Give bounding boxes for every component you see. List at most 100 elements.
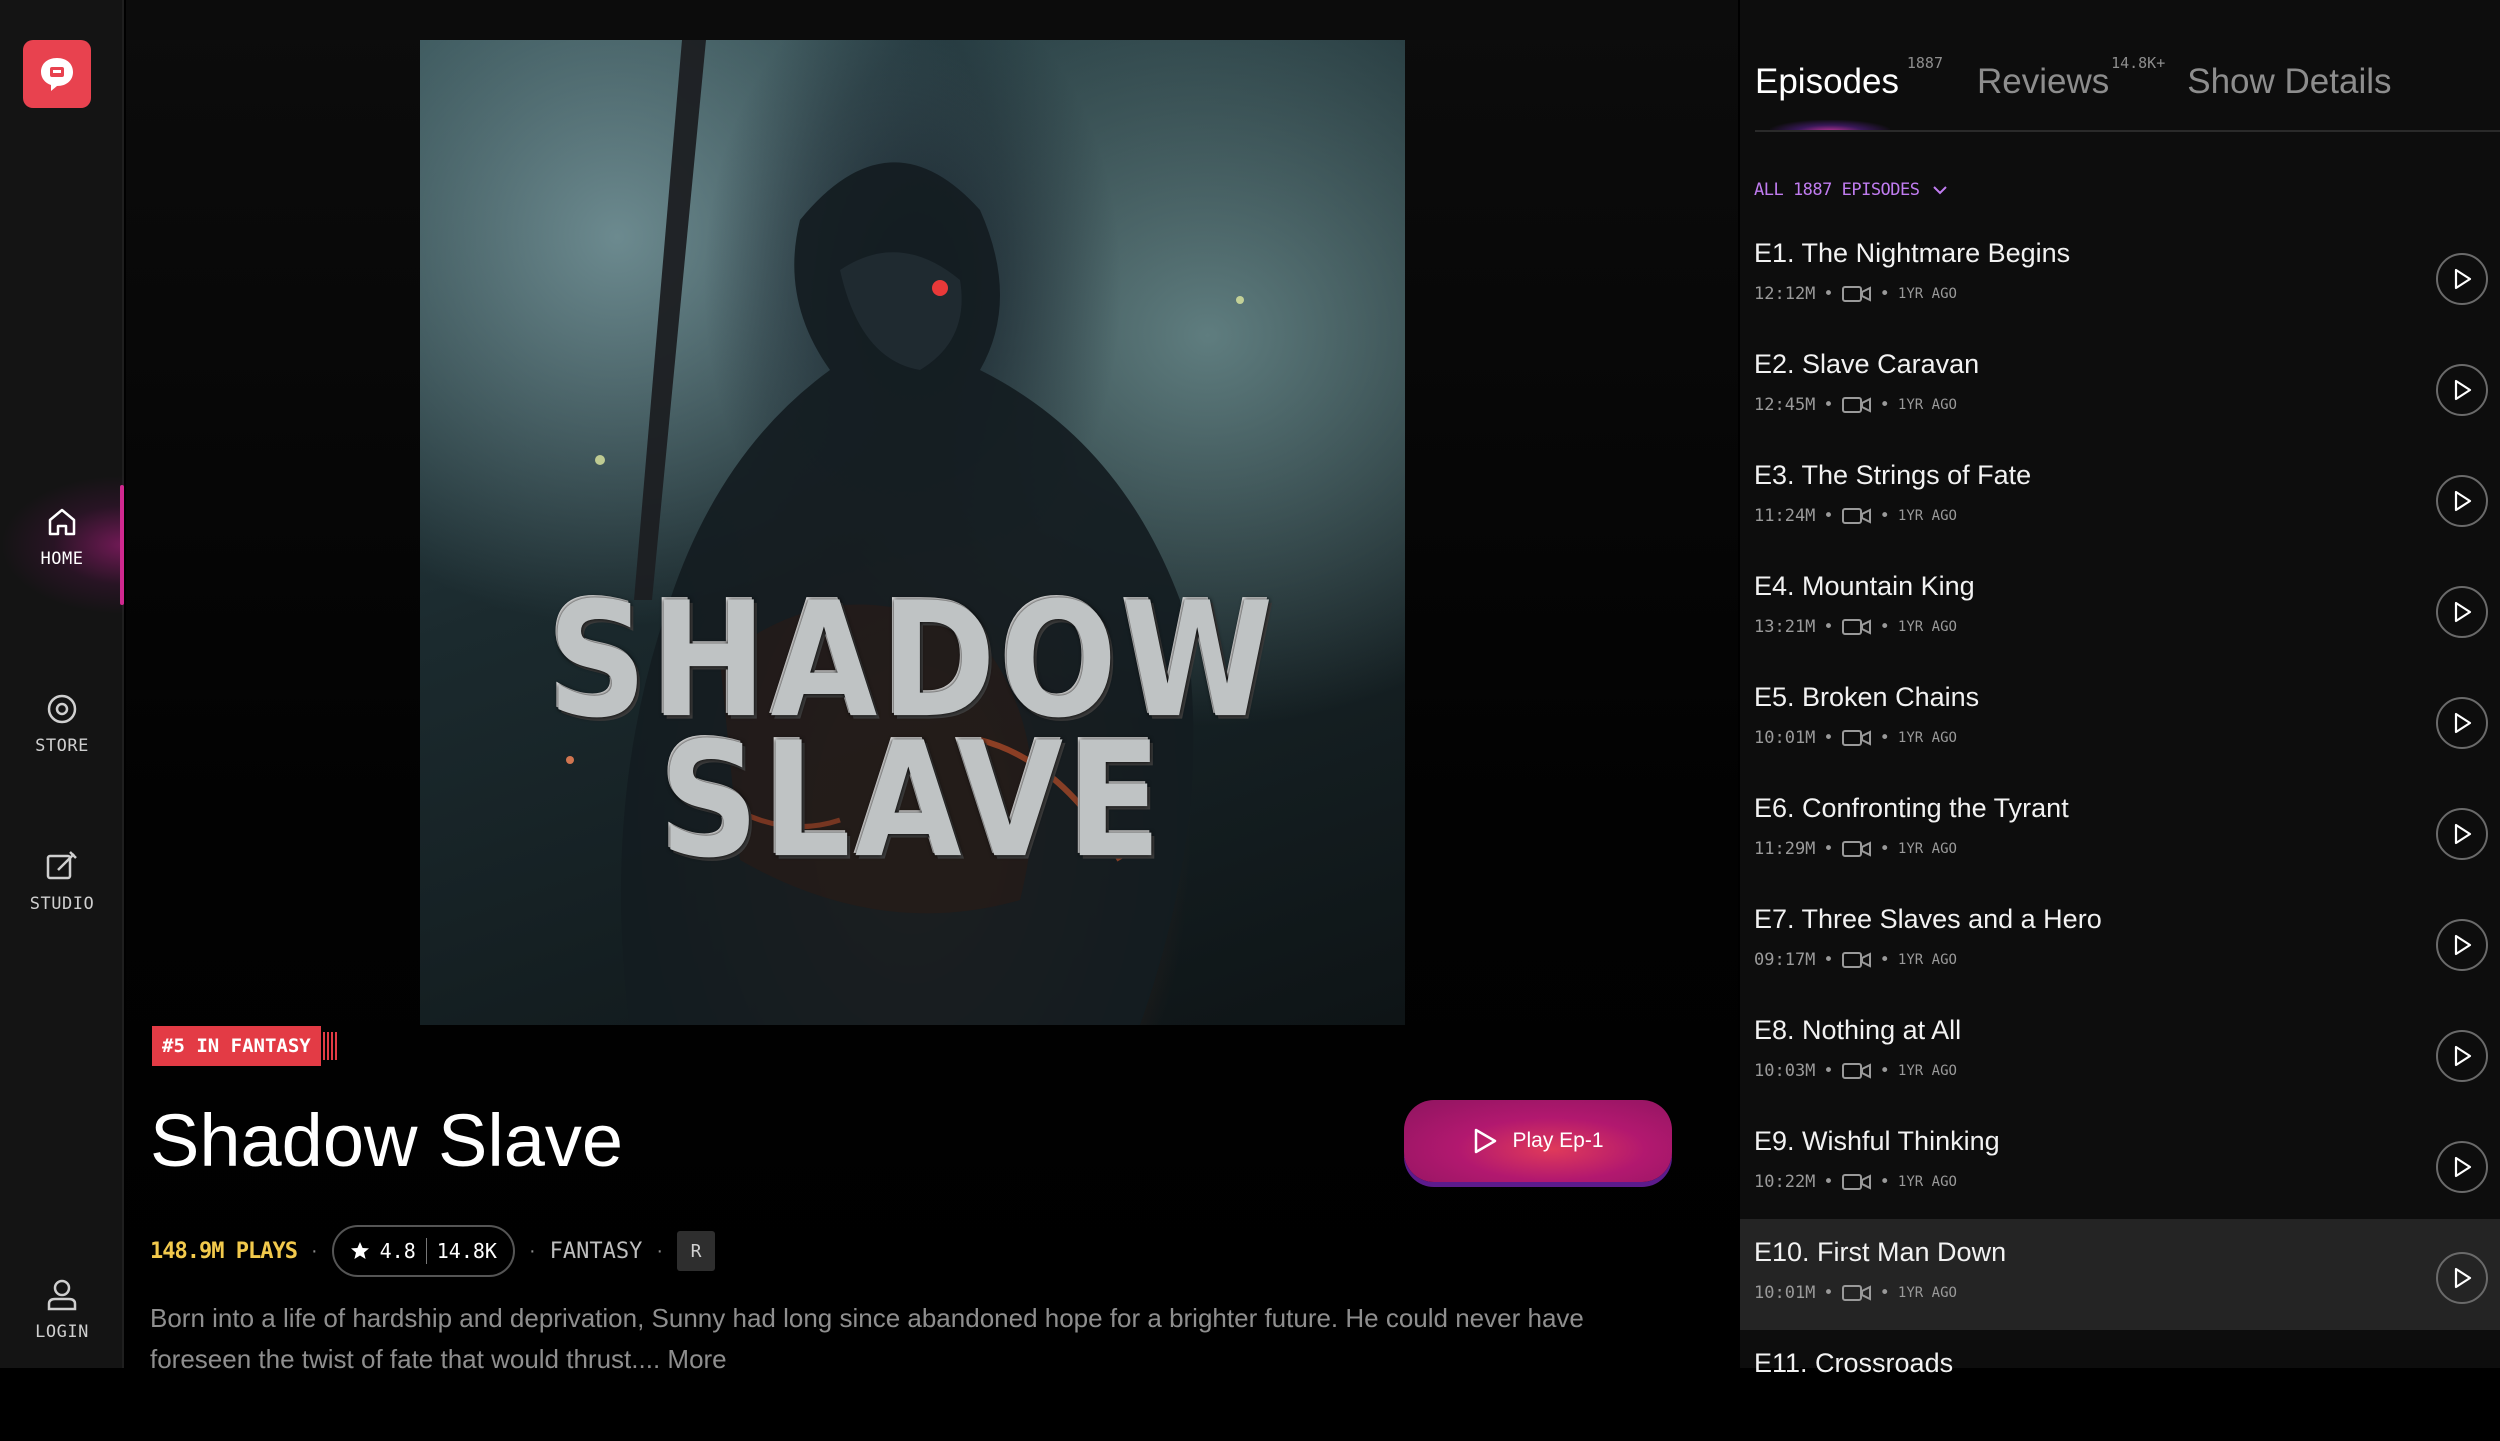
episode-title: E6. Confronting the Tyrant: [1754, 793, 2069, 823]
nav-store-label: STORE: [35, 736, 89, 756]
episode-row[interactable]: E5. Broken Chains 10:01M • • 1YR AGO: [1740, 664, 2500, 775]
episode-meta: 10:22M • • 1YR AGO: [1754, 1172, 1957, 1192]
play-episode-label: Play Ep-1: [1512, 1129, 1604, 1152]
episode-title: E1. The Nightmare Begins: [1754, 238, 2071, 268]
episode-row[interactable]: E11. Crossroads: [1740, 1330, 2500, 1441]
rating-count: 14.8K: [436, 1239, 497, 1263]
chat-logo-icon: [41, 58, 73, 91]
episode-row[interactable]: E9. Wishful Thinking 10:22M • • 1YR AGO: [1740, 1108, 2500, 1219]
app-logo[interactable]: [23, 40, 91, 108]
episode-duration: 11:29M: [1754, 839, 1816, 859]
rating-pill[interactable]: 4.8 14.8K: [331, 1225, 515, 1277]
episode-row[interactable]: E4. Mountain King 13:21M • • 1YR AGO: [1740, 553, 2500, 664]
user-icon: [47, 1279, 77, 1311]
video-icon: [1841, 397, 1871, 413]
play-icon: [2454, 268, 2472, 290]
home-icon: [48, 508, 76, 536]
episode-play-button[interactable]: [2436, 1030, 2488, 1082]
episode-meta: 10:01M • • 1YR AGO: [1754, 728, 1957, 748]
rating-value: 4.8: [379, 1239, 416, 1263]
tab-show-details[interactable]: Show Details: [2187, 62, 2391, 102]
episode-age: 1YR AGO: [1897, 397, 1957, 413]
episode-play-button[interactable]: [2436, 919, 2488, 971]
episode-row[interactable]: E10. First Man Down 10:01M • • 1YR AGO: [1740, 1219, 2500, 1330]
play-icon: [2454, 934, 2472, 956]
nav-home[interactable]: HOME: [0, 505, 124, 569]
video-icon: [1841, 952, 1871, 968]
tab-reviews-label: Reviews: [1976, 62, 2110, 101]
episode-title: E10. First Man Down: [1754, 1237, 2007, 1267]
episode-age: 1YR AGO: [1897, 508, 1957, 524]
episode-play-button[interactable]: [2436, 475, 2488, 527]
episode-duration: 10:01M: [1754, 1283, 1816, 1303]
play-icon: [2454, 1156, 2472, 1178]
episode-meta: 10:03M • • 1YR AGO: [1754, 1061, 1957, 1081]
play-icon: [2454, 712, 2472, 734]
play-episode-button[interactable]: Play Ep-1: [1404, 1100, 1672, 1182]
store-icon: [47, 694, 77, 724]
nav-home-label: HOME: [40, 549, 84, 569]
episode-row[interactable]: E6. Confronting the Tyrant 11:29M • • 1YR …: [1740, 775, 2500, 886]
episode-age: 1YR AGO: [1897, 841, 1957, 857]
episode-title: E9. Wishful Thinking: [1754, 1126, 2000, 1156]
episode-play-button[interactable]: [2436, 364, 2488, 416]
episode-play-button[interactable]: [2436, 586, 2488, 638]
studio-icon: [46, 851, 77, 880]
episode-duration: 09:17M: [1754, 950, 1816, 970]
episode-row[interactable]: E3. The Strings of Fate 11:24M • • 1YR AGO: [1740, 442, 2500, 553]
genre-label[interactable]: FANTASY: [550, 1239, 643, 1264]
video-icon: [1841, 841, 1871, 857]
play-icon: [2454, 601, 2472, 623]
show-meta-row: 148.9M PLAYS · 4.8 14.8K · FANTASY · R: [150, 1225, 716, 1277]
episode-play-button[interactable]: [2436, 808, 2488, 860]
episode-row[interactable]: E8. Nothing at All 10:03M • • 1YR AGO: [1740, 997, 2500, 1108]
rating-divider: [425, 1238, 427, 1264]
episode-title: E4. Mountain King: [1754, 571, 1975, 601]
episode-duration: 12:12M: [1754, 284, 1816, 304]
tab-reviews[interactable]: Reviews 14.8K+: [1976, 54, 2165, 102]
episode-title: E11. Crossroads: [1754, 1348, 1954, 1378]
episode-play-button[interactable]: [2436, 697, 2488, 749]
episode-meta: 13:21M • • 1YR AGO: [1754, 617, 1957, 637]
video-icon: [1841, 1174, 1871, 1190]
tabs-divider: [1755, 130, 2500, 132]
meta-separator: ·: [528, 1239, 536, 1262]
episode-meta: 10:01M • • 1YR AGO: [1754, 1283, 1957, 1303]
meta-separator: ·: [656, 1239, 664, 1262]
show-title: Shadow Slave: [150, 1099, 624, 1182]
episode-title: E3. The Strings of Fate: [1754, 460, 2032, 490]
play-icon: [1475, 1128, 1497, 1154]
episode-row[interactable]: E1. The Nightmare Begins 12:12M • • 1YR AG…: [1740, 220, 2500, 331]
nav-studio[interactable]: STUDIO: [0, 848, 124, 914]
episode-age: 1YR AGO: [1897, 1285, 1957, 1301]
description-more-link[interactable]: More: [667, 1344, 726, 1374]
video-icon: [1841, 508, 1871, 524]
episode-duration: 13:21M: [1754, 617, 1816, 637]
episode-play-button[interactable]: [2436, 1141, 2488, 1193]
play-icon: [2454, 490, 2472, 512]
episode-filter-dropdown[interactable]: ALL 1887 EPISODES: [1754, 180, 1948, 200]
chevron-down-icon: [1932, 186, 1947, 195]
nav-store[interactable]: STORE: [0, 692, 124, 756]
episode-age: 1YR AGO: [1897, 286, 1957, 302]
star-icon: [350, 1242, 369, 1259]
video-icon: [1841, 1063, 1871, 1079]
episode-age: 1YR AGO: [1897, 730, 1957, 746]
tab-reviews-count: 14.8K+: [2111, 54, 2166, 72]
episode-age: 1YR AGO: [1897, 1063, 1957, 1079]
episode-row[interactable]: E7. Three Slaves and a Hero 09:17M • • 1YR…: [1740, 886, 2500, 997]
episode-duration: 10:22M: [1754, 1172, 1816, 1192]
episode-meta: 09:17M • • 1YR AGO: [1754, 950, 1957, 970]
episode-play-button[interactable]: [2436, 1252, 2488, 1304]
nav-studio-label: STUDIO: [29, 894, 95, 914]
episode-meta: 11:24M • • 1YR AGO: [1754, 506, 1957, 526]
episodes-panel: Episodes 1887 Reviews 14.8K+ Show Detail…: [1740, 0, 2500, 1378]
episode-list: E1. The Nightmare Begins 12:12M • • 1YR AG…: [1740, 220, 2500, 1441]
age-rating-badge: R: [677, 1231, 716, 1271]
nav-login[interactable]: LOGIN: [0, 1278, 124, 1342]
description-text: Born into a life of hardship and depriva…: [150, 1303, 1584, 1374]
episode-row[interactable]: E2. Slave Caravan 12:45M • • 1YR AGO: [1740, 331, 2500, 442]
episode-play-button[interactable]: [2436, 253, 2488, 305]
play-icon: [2454, 1267, 2472, 1289]
tab-episodes[interactable]: Episodes 1887: [1755, 54, 1943, 102]
